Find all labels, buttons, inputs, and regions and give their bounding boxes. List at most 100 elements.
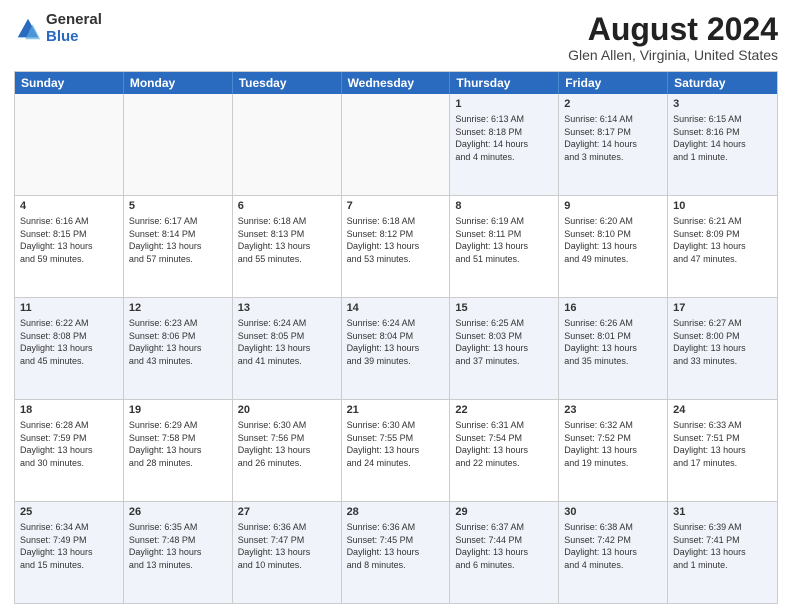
- calendar-day-header: Tuesday: [233, 72, 342, 94]
- day-number: 13: [238, 301, 336, 316]
- day-number: 9: [564, 199, 662, 214]
- calendar-cell: 9Sunrise: 6:20 AM Sunset: 8:10 PM Daylig…: [559, 196, 668, 297]
- day-number: 6: [238, 199, 336, 214]
- calendar-cell: 19Sunrise: 6:29 AM Sunset: 7:58 PM Dayli…: [124, 400, 233, 501]
- day-info: Sunrise: 6:38 AM Sunset: 7:42 PM Dayligh…: [564, 521, 662, 571]
- day-number: 7: [347, 199, 445, 214]
- day-number: 30: [564, 505, 662, 520]
- day-number: 15: [455, 301, 553, 316]
- calendar-day-header: Saturday: [668, 72, 777, 94]
- day-info: Sunrise: 6:15 AM Sunset: 8:16 PM Dayligh…: [673, 113, 772, 163]
- calendar-cell: 24Sunrise: 6:33 AM Sunset: 7:51 PM Dayli…: [668, 400, 777, 501]
- calendar-cell: 8Sunrise: 6:19 AM Sunset: 8:11 PM Daylig…: [450, 196, 559, 297]
- calendar-cell: 30Sunrise: 6:38 AM Sunset: 7:42 PM Dayli…: [559, 502, 668, 603]
- calendar-cell: 28Sunrise: 6:36 AM Sunset: 7:45 PM Dayli…: [342, 502, 451, 603]
- day-info: Sunrise: 6:22 AM Sunset: 8:08 PM Dayligh…: [20, 317, 118, 367]
- day-info: Sunrise: 6:29 AM Sunset: 7:58 PM Dayligh…: [129, 419, 227, 469]
- day-number: 27: [238, 505, 336, 520]
- calendar-cell: 10Sunrise: 6:21 AM Sunset: 8:09 PM Dayli…: [668, 196, 777, 297]
- day-number: 26: [129, 505, 227, 520]
- calendar-cell: 12Sunrise: 6:23 AM Sunset: 8:06 PM Dayli…: [124, 298, 233, 399]
- calendar-row: 11Sunrise: 6:22 AM Sunset: 8:08 PM Dayli…: [15, 298, 777, 400]
- calendar-row: 18Sunrise: 6:28 AM Sunset: 7:59 PM Dayli…: [15, 400, 777, 502]
- day-info: Sunrise: 6:30 AM Sunset: 7:56 PM Dayligh…: [238, 419, 336, 469]
- calendar-header: SundayMondayTuesdayWednesdayThursdayFrid…: [15, 72, 777, 94]
- subtitle: Glen Allen, Virginia, United States: [568, 47, 778, 63]
- page-header: General Blue August 2024 Glen Allen, Vir…: [14, 12, 778, 63]
- main-title: August 2024: [568, 12, 778, 47]
- calendar-day-header: Monday: [124, 72, 233, 94]
- day-number: 12: [129, 301, 227, 316]
- day-info: Sunrise: 6:25 AM Sunset: 8:03 PM Dayligh…: [455, 317, 553, 367]
- calendar-cell: 26Sunrise: 6:35 AM Sunset: 7:48 PM Dayli…: [124, 502, 233, 603]
- day-info: Sunrise: 6:34 AM Sunset: 7:49 PM Dayligh…: [20, 521, 118, 571]
- calendar-cell: 11Sunrise: 6:22 AM Sunset: 8:08 PM Dayli…: [15, 298, 124, 399]
- calendar-cell: 2Sunrise: 6:14 AM Sunset: 8:17 PM Daylig…: [559, 94, 668, 195]
- day-number: 5: [129, 199, 227, 214]
- day-number: 25: [20, 505, 118, 520]
- day-number: 24: [673, 403, 772, 418]
- day-info: Sunrise: 6:30 AM Sunset: 7:55 PM Dayligh…: [347, 419, 445, 469]
- calendar-cell: 16Sunrise: 6:26 AM Sunset: 8:01 PM Dayli…: [559, 298, 668, 399]
- day-info: Sunrise: 6:31 AM Sunset: 7:54 PM Dayligh…: [455, 419, 553, 469]
- calendar-row: 4Sunrise: 6:16 AM Sunset: 8:15 PM Daylig…: [15, 196, 777, 298]
- day-info: Sunrise: 6:33 AM Sunset: 7:51 PM Dayligh…: [673, 419, 772, 469]
- calendar-cell: [15, 94, 124, 195]
- calendar-cell: 25Sunrise: 6:34 AM Sunset: 7:49 PM Dayli…: [15, 502, 124, 603]
- calendar-cell: 29Sunrise: 6:37 AM Sunset: 7:44 PM Dayli…: [450, 502, 559, 603]
- logo: General Blue: [14, 12, 102, 45]
- day-info: Sunrise: 6:36 AM Sunset: 7:47 PM Dayligh…: [238, 521, 336, 571]
- day-number: 18: [20, 403, 118, 418]
- calendar-cell: 23Sunrise: 6:32 AM Sunset: 7:52 PM Dayli…: [559, 400, 668, 501]
- day-info: Sunrise: 6:16 AM Sunset: 8:15 PM Dayligh…: [20, 215, 118, 265]
- calendar-cell: 31Sunrise: 6:39 AM Sunset: 7:41 PM Dayli…: [668, 502, 777, 603]
- calendar-cell: [124, 94, 233, 195]
- title-block: August 2024 Glen Allen, Virginia, United…: [568, 12, 778, 63]
- page-container: General Blue August 2024 Glen Allen, Vir…: [0, 0, 792, 612]
- day-info: Sunrise: 6:28 AM Sunset: 7:59 PM Dayligh…: [20, 419, 118, 469]
- day-number: 29: [455, 505, 553, 520]
- calendar-cell: 17Sunrise: 6:27 AM Sunset: 8:00 PM Dayli…: [668, 298, 777, 399]
- day-number: 19: [129, 403, 227, 418]
- day-info: Sunrise: 6:21 AM Sunset: 8:09 PM Dayligh…: [673, 215, 772, 265]
- calendar-cell: 21Sunrise: 6:30 AM Sunset: 7:55 PM Dayli…: [342, 400, 451, 501]
- day-info: Sunrise: 6:32 AM Sunset: 7:52 PM Dayligh…: [564, 419, 662, 469]
- day-number: 10: [673, 199, 772, 214]
- day-number: 21: [347, 403, 445, 418]
- day-info: Sunrise: 6:37 AM Sunset: 7:44 PM Dayligh…: [455, 521, 553, 571]
- day-info: Sunrise: 6:20 AM Sunset: 8:10 PM Dayligh…: [564, 215, 662, 265]
- calendar-cell: [233, 94, 342, 195]
- day-info: Sunrise: 6:35 AM Sunset: 7:48 PM Dayligh…: [129, 521, 227, 571]
- calendar-cell: 6Sunrise: 6:18 AM Sunset: 8:13 PM Daylig…: [233, 196, 342, 297]
- day-info: Sunrise: 6:18 AM Sunset: 8:12 PM Dayligh…: [347, 215, 445, 265]
- day-number: 20: [238, 403, 336, 418]
- calendar-cell: 4Sunrise: 6:16 AM Sunset: 8:15 PM Daylig…: [15, 196, 124, 297]
- day-info: Sunrise: 6:13 AM Sunset: 8:18 PM Dayligh…: [455, 113, 553, 163]
- calendar-body: 1Sunrise: 6:13 AM Sunset: 8:18 PM Daylig…: [15, 94, 777, 603]
- calendar-cell: 1Sunrise: 6:13 AM Sunset: 8:18 PM Daylig…: [450, 94, 559, 195]
- calendar-cell: 3Sunrise: 6:15 AM Sunset: 8:16 PM Daylig…: [668, 94, 777, 195]
- day-info: Sunrise: 6:24 AM Sunset: 8:04 PM Dayligh…: [347, 317, 445, 367]
- day-number: 2: [564, 97, 662, 112]
- day-number: 31: [673, 505, 772, 520]
- calendar-day-header: Wednesday: [342, 72, 451, 94]
- day-info: Sunrise: 6:14 AM Sunset: 8:17 PM Dayligh…: [564, 113, 662, 163]
- day-number: 1: [455, 97, 553, 112]
- calendar-day-header: Friday: [559, 72, 668, 94]
- logo-text: General Blue: [46, 12, 102, 45]
- calendar-cell: 13Sunrise: 6:24 AM Sunset: 8:05 PM Dayli…: [233, 298, 342, 399]
- day-info: Sunrise: 6:36 AM Sunset: 7:45 PM Dayligh…: [347, 521, 445, 571]
- day-number: 22: [455, 403, 553, 418]
- logo-general: General: [46, 12, 102, 29]
- day-info: Sunrise: 6:19 AM Sunset: 8:11 PM Dayligh…: [455, 215, 553, 265]
- day-number: 4: [20, 199, 118, 214]
- logo-icon: [14, 15, 42, 43]
- calendar-day-header: Sunday: [15, 72, 124, 94]
- calendar-cell: 22Sunrise: 6:31 AM Sunset: 7:54 PM Dayli…: [450, 400, 559, 501]
- calendar-cell: 27Sunrise: 6:36 AM Sunset: 7:47 PM Dayli…: [233, 502, 342, 603]
- calendar-cell: 7Sunrise: 6:18 AM Sunset: 8:12 PM Daylig…: [342, 196, 451, 297]
- calendar: SundayMondayTuesdayWednesdayThursdayFrid…: [14, 71, 778, 604]
- day-info: Sunrise: 6:39 AM Sunset: 7:41 PM Dayligh…: [673, 521, 772, 571]
- calendar-cell: 20Sunrise: 6:30 AM Sunset: 7:56 PM Dayli…: [233, 400, 342, 501]
- calendar-row: 25Sunrise: 6:34 AM Sunset: 7:49 PM Dayli…: [15, 502, 777, 603]
